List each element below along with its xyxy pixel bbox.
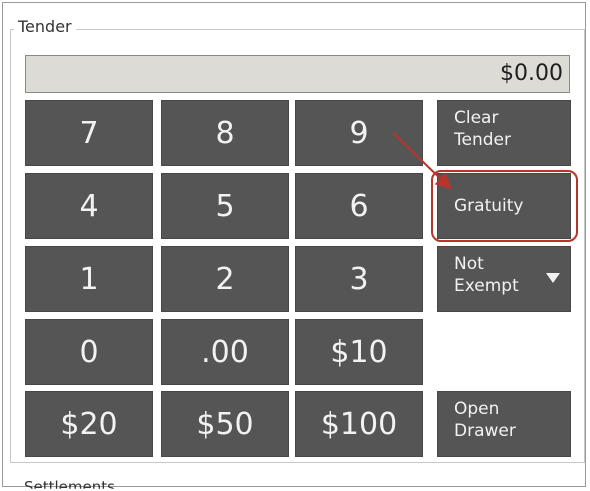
key-9[interactable]: 9	[295, 100, 423, 166]
key-8[interactable]: 8	[161, 100, 289, 166]
open-drawer-button[interactable]: Open Drawer	[437, 391, 571, 457]
dropdown-triangle-icon	[546, 273, 560, 283]
key-fifty-dollars[interactable]: $50	[161, 391, 289, 457]
tender-group-title: Tender	[14, 17, 76, 37]
gratuity-button[interactable]: Gratuity	[437, 173, 571, 239]
tender-panel: Tender $0.00 7 8 9 4 5 6 1 2 3 0 .00 $10…	[0, 0, 590, 491]
key-0[interactable]: 0	[25, 319, 153, 385]
tender-amount-display: $0.00	[25, 55, 570, 93]
key-double-zero[interactable]: .00	[161, 319, 289, 385]
gratuity-label: Gratuity	[454, 196, 524, 216]
key-3[interactable]: 3	[295, 246, 423, 312]
settlements-section-title: Settlements	[24, 478, 115, 491]
clear-tender-label: Clear Tender	[454, 108, 511, 150]
key-7[interactable]: 7	[25, 100, 153, 166]
tax-exempt-dropdown[interactable]: Not Exempt	[437, 246, 571, 312]
clear-tender-button[interactable]: Clear Tender	[437, 100, 571, 166]
open-drawer-label: Open Drawer	[454, 399, 516, 441]
key-4[interactable]: 4	[25, 173, 153, 239]
tax-exempt-label: Not Exempt	[454, 254, 519, 296]
key-ten-dollars[interactable]: $10	[295, 319, 423, 385]
key-5[interactable]: 5	[161, 173, 289, 239]
key-6[interactable]: 6	[295, 173, 423, 239]
key-hundred-dollars[interactable]: $100	[295, 391, 423, 457]
key-2[interactable]: 2	[161, 246, 289, 312]
key-twenty-dollars[interactable]: $20	[25, 391, 153, 457]
key-1[interactable]: 1	[25, 246, 153, 312]
